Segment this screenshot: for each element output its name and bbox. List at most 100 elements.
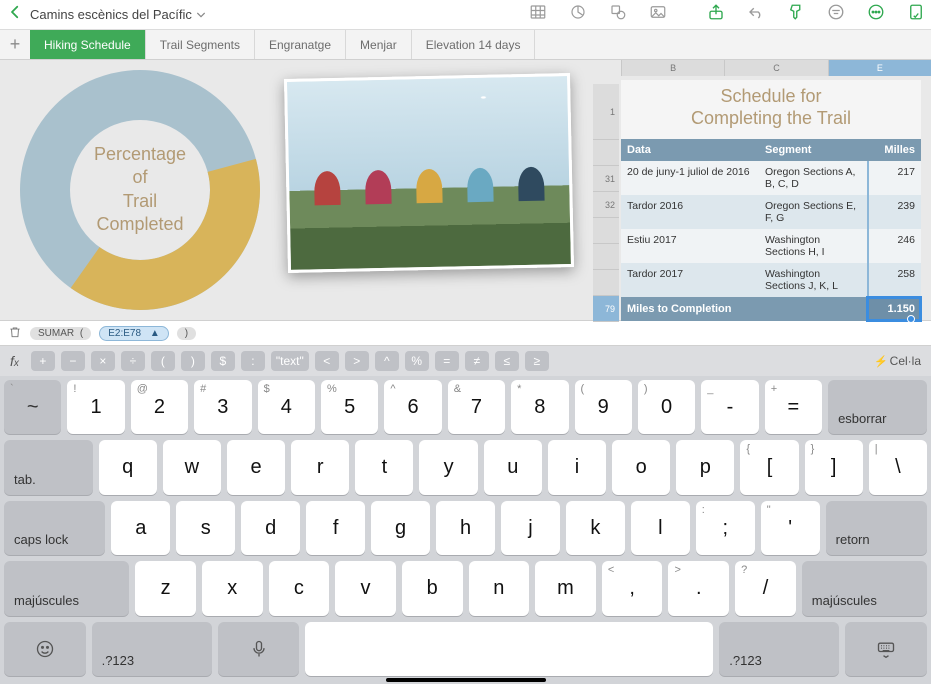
key-punct-0[interactable]: <, [602, 561, 663, 615]
row-number[interactable]: 1 [593, 84, 619, 140]
key-punct-1[interactable]: >. [668, 561, 729, 615]
document-title[interactable]: Camins escènics del Pacífic [30, 7, 206, 22]
col-letter[interactable]: C [724, 60, 827, 76]
key-n[interactable]: n [469, 561, 530, 615]
operator-key[interactable]: : [241, 351, 265, 371]
key-z[interactable]: z [135, 561, 196, 615]
cell-data[interactable]: 20 de juny-1 juliol de 2016 [621, 161, 759, 195]
operator-key[interactable]: ) [181, 351, 205, 371]
key-j[interactable]: j [501, 501, 560, 555]
key-e[interactable]: e [227, 440, 285, 494]
col-header-miles[interactable]: Milles [867, 139, 921, 161]
capslock-key[interactable]: caps lock [4, 501, 105, 555]
key-b[interactable]: b [402, 561, 463, 615]
key-9[interactable]: (9 [575, 380, 632, 434]
filter-icon[interactable] [827, 3, 845, 26]
add-sheet-button[interactable]: + [0, 30, 30, 59]
key-w[interactable]: w [163, 440, 221, 494]
operator-key[interactable]: = [435, 351, 459, 371]
cell-miles[interactable]: 239 [867, 195, 921, 229]
operator-key[interactable]: ( [151, 351, 175, 371]
key-1[interactable]: !1 [67, 380, 124, 434]
operator-key[interactable]: ≥ [525, 351, 549, 371]
table-row[interactable]: Tardor 2017Washington Sections J, K, L25… [621, 263, 921, 297]
table-row[interactable]: Estiu 2017Washington Sections H, I246 [621, 229, 921, 263]
cell-reference-button[interactable]: Cel·la [874, 354, 921, 368]
spreadsheet-canvas[interactable]: Percentage of Trail Completed BCE 131327… [0, 60, 931, 320]
key-p[interactable]: p [676, 440, 734, 494]
key-3[interactable]: #3 [194, 380, 251, 434]
key-semi-1[interactable]: "' [761, 501, 820, 555]
operator-key[interactable]: % [405, 351, 429, 371]
key-q[interactable]: q [99, 440, 157, 494]
mode-key-left[interactable]: .?123 [92, 622, 212, 676]
insert-media-icon[interactable] [649, 3, 667, 26]
key-s[interactable]: s [176, 501, 235, 555]
cell-data[interactable]: Estiu 2017 [621, 229, 759, 263]
key-v[interactable]: v [335, 561, 396, 615]
sheet-tab[interactable]: Engranatge [255, 30, 346, 59]
dismiss-keyboard-key[interactable] [845, 622, 927, 676]
key-o[interactable]: o [612, 440, 670, 494]
insert-chart-icon[interactable] [569, 3, 587, 26]
key-c[interactable]: c [269, 561, 330, 615]
key-8[interactable]: *8 [511, 380, 568, 434]
share-icon[interactable] [707, 3, 725, 26]
operator-key[interactable]: $ [211, 351, 235, 371]
row-number[interactable]: 31 [593, 166, 619, 192]
return-key[interactable]: retorn [826, 501, 927, 555]
operator-key[interactable]: > [345, 351, 369, 371]
operator-key[interactable]: ≤ [495, 351, 519, 371]
key-r[interactable]: r [291, 440, 349, 494]
key-y[interactable]: y [419, 440, 477, 494]
key-t[interactable]: t [355, 440, 413, 494]
dictation-key[interactable] [218, 622, 300, 676]
key-h[interactable]: h [436, 501, 495, 555]
key-d[interactable]: d [241, 501, 300, 555]
column-letters[interactable]: BCE [621, 60, 931, 76]
cell-segment[interactable]: Oregon Sections A, B, C, D [759, 161, 867, 195]
row-number[interactable] [593, 218, 619, 244]
sheet-tab[interactable]: Menjar [346, 30, 412, 59]
row-number[interactable]: 79 [593, 296, 619, 322]
table-footer-row[interactable]: Miles to Completion 1.150 [621, 297, 921, 321]
key--[interactable]: _- [701, 380, 758, 434]
cell-miles[interactable]: 217 [867, 161, 921, 195]
home-indicator[interactable] [386, 678, 546, 682]
key-semi-0[interactable]: :; [696, 501, 755, 555]
formula-bar[interactable]: SUMAR ( E2:E78 ▲ ) [0, 320, 931, 346]
delete-formula-button[interactable] [8, 325, 22, 342]
key-a[interactable]: a [111, 501, 170, 555]
key-4[interactable]: $4 [258, 380, 315, 434]
key-m[interactable]: m [535, 561, 596, 615]
operator-key[interactable]: < [315, 351, 339, 371]
shift-left-key[interactable]: majúscules [4, 561, 129, 615]
col-letter[interactable]: B [621, 60, 724, 76]
key-k[interactable]: k [566, 501, 625, 555]
table-row[interactable]: Tardor 2016Oregon Sections E, F, G239 [621, 195, 921, 229]
cell-miles[interactable]: 258 [867, 263, 921, 297]
operator-key[interactable]: × [91, 351, 115, 371]
fx-icon[interactable]: fx [10, 353, 19, 369]
formula-ref-token[interactable]: E2:E78 ▲ [99, 326, 169, 341]
col-header-segment[interactable]: Segment [759, 139, 867, 161]
insert-shape-icon[interactable] [609, 3, 627, 26]
key-bracket-0[interactable]: {[ [740, 440, 798, 494]
row-numbers[interactable]: 1313279 [593, 84, 619, 322]
mode-key-right[interactable]: .?123 [719, 622, 839, 676]
cell-segment[interactable]: Washington Sections J, K, L [759, 263, 867, 297]
key-f[interactable]: f [306, 501, 365, 555]
format-brush-icon[interactable] [787, 3, 805, 26]
operator-key[interactable]: ÷ [121, 351, 145, 371]
key-6[interactable]: ^6 [384, 380, 441, 434]
key-5[interactable]: %5 [321, 380, 378, 434]
key-bracket-2[interactable]: |\ [869, 440, 927, 494]
key-tilde[interactable]: `~ [4, 380, 61, 434]
key-l[interactable]: l [631, 501, 690, 555]
key-0[interactable]: )0 [638, 380, 695, 434]
cell-data[interactable]: Tardor 2017 [621, 263, 759, 297]
row-number[interactable] [593, 270, 619, 296]
cell-segment[interactable]: Oregon Sections E, F, G [759, 195, 867, 229]
cell-segment[interactable]: Washington Sections H, I [759, 229, 867, 263]
row-number[interactable] [593, 244, 619, 270]
